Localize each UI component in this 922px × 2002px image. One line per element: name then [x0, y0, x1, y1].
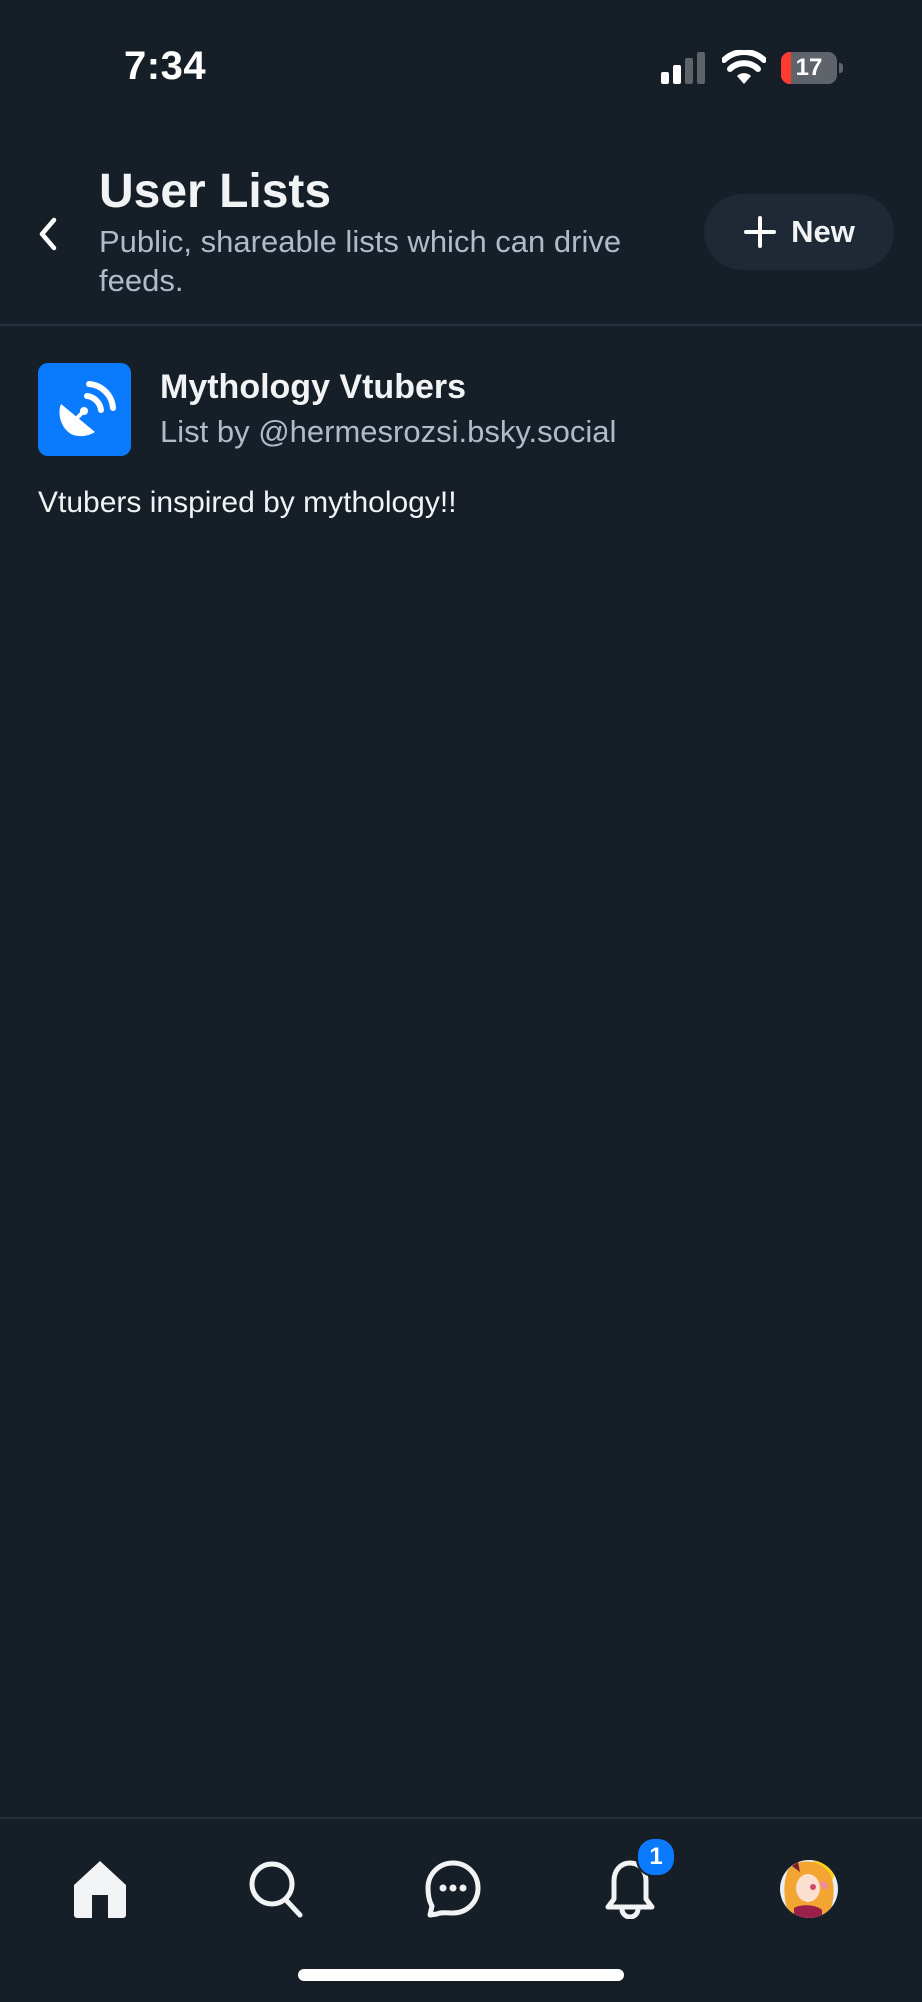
status-bar: 7:34 17: [0, 0, 922, 130]
chat-bubble-icon: [425, 1860, 481, 1918]
satellite-dish-icon: [58, 380, 116, 436]
search-icon: [249, 1861, 303, 1918]
list-avatar: [38, 363, 131, 456]
nav-profile[interactable]: [769, 1849, 849, 1929]
page-title: User Lists: [99, 165, 332, 218]
wifi-icon: [722, 50, 766, 84]
new-list-button[interactable]: New: [704, 194, 894, 270]
chevron-left-icon: [39, 217, 57, 251]
page-subtitle: Public, shareable lists which can drive …: [99, 224, 622, 298]
home-indicator[interactable]: [298, 1969, 624, 1981]
nav-search[interactable]: [236, 1849, 316, 1929]
list-name: Mythology Vtubers: [160, 368, 467, 406]
nav-chat[interactable]: [413, 1849, 493, 1929]
home-icon: [74, 1861, 126, 1918]
plus-icon: [744, 216, 777, 248]
list-byline: List by @hermesrozsi.bsky.social: [160, 414, 617, 449]
list-item[interactable]: Mythology Vtubers List by @hermesrozsi.b…: [0, 326, 922, 546]
page-header: User Lists Public, shareable lists which…: [0, 130, 922, 326]
notification-badge: 1: [636, 1837, 676, 1877]
nav-home[interactable]: [60, 1849, 140, 1929]
cellular-signal-icon: [661, 52, 705, 84]
list-description: Vtubers inspired by mythology!!: [38, 486, 457, 519]
battery-level: 17: [795, 54, 823, 81]
avatar: [780, 1860, 838, 1918]
profile-avatar-image: [780, 1860, 838, 1918]
new-button-label: New: [791, 214, 855, 249]
battery-indicator: 17: [781, 52, 843, 84]
back-button[interactable]: [28, 206, 68, 262]
status-time: 7:34: [124, 44, 207, 88]
